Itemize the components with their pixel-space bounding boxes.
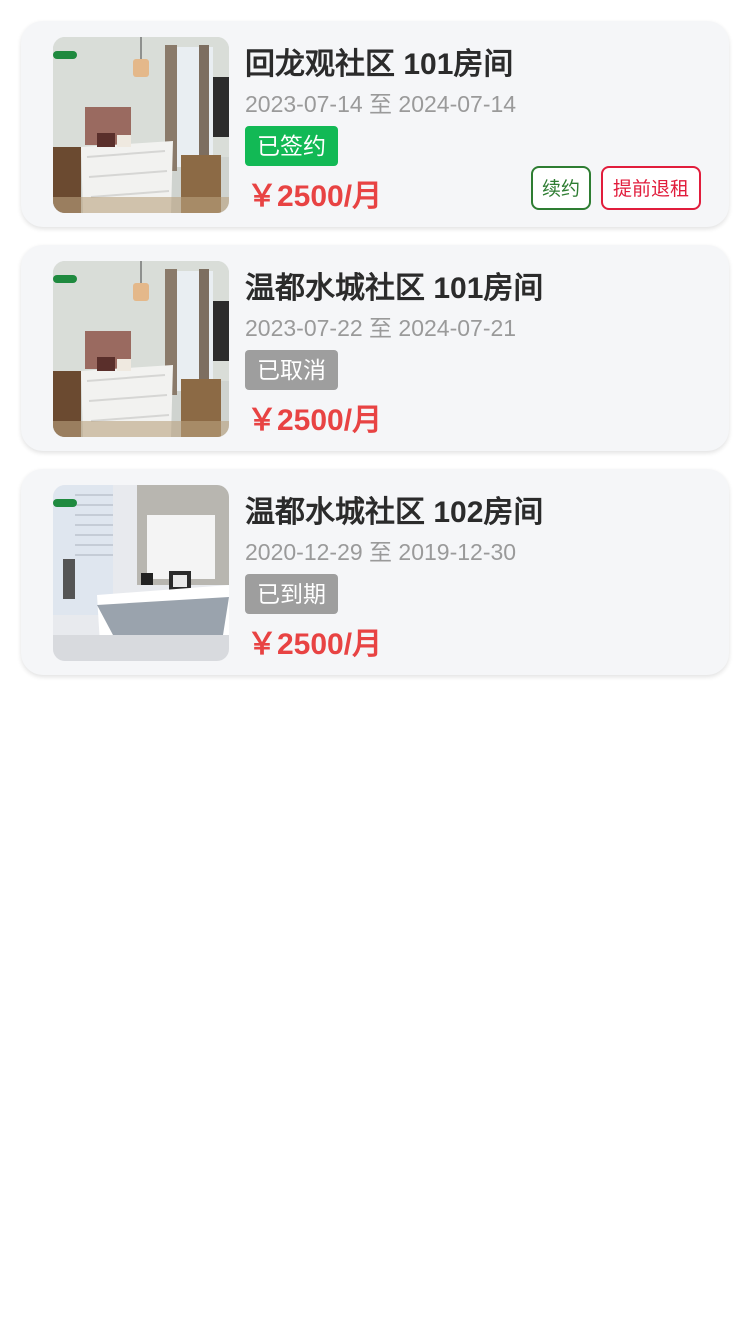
bedroom-image <box>53 261 229 437</box>
room-title: 回龙观社区 101房间 <box>245 48 514 81</box>
rent-price: ￥2500/月 <box>247 180 383 213</box>
early-terminate-button[interactable]: 提前退租 <box>601 166 701 210</box>
room-photo[interactable] <box>53 37 229 213</box>
status-flag <box>53 499 77 507</box>
status-badge: 已签约 <box>245 126 338 166</box>
lease-list: 回龙观社区 101房间 2023-07-14 至 2024-07-14 已签约 … <box>21 21 729 693</box>
lease-dates: 2020-12-29 至 2019-12-30 <box>245 539 517 565</box>
status-flag <box>53 275 77 283</box>
lease-card[interactable]: 温都水城社区 102房间 2020-12-29 至 2019-12-30 已到期… <box>21 469 729 675</box>
white-bedroom-image <box>53 485 229 661</box>
lease-card[interactable]: 回龙观社区 101房间 2023-07-14 至 2024-07-14 已签约 … <box>21 21 729 227</box>
rent-price: ￥2500/月 <box>247 404 383 437</box>
room-title: 温都水城社区 102房间 <box>245 496 544 529</box>
lease-dates: 2023-07-22 至 2024-07-21 <box>245 315 517 341</box>
lease-card[interactable]: 温都水城社区 101房间 2023-07-22 至 2024-07-21 已取消… <box>21 245 729 451</box>
lease-dates: 2023-07-14 至 2024-07-14 <box>245 91 517 117</box>
rent-price: ￥2500/月 <box>247 628 383 661</box>
status-flag <box>53 51 77 59</box>
room-title: 温都水城社区 101房间 <box>245 272 544 305</box>
status-badge: 已到期 <box>245 574 338 614</box>
room-photo[interactable] <box>53 261 229 437</box>
status-badge: 已取消 <box>245 350 338 390</box>
renew-button[interactable]: 续约 <box>531 166 591 210</box>
bedroom-image <box>53 37 229 213</box>
room-photo[interactable] <box>53 485 229 661</box>
